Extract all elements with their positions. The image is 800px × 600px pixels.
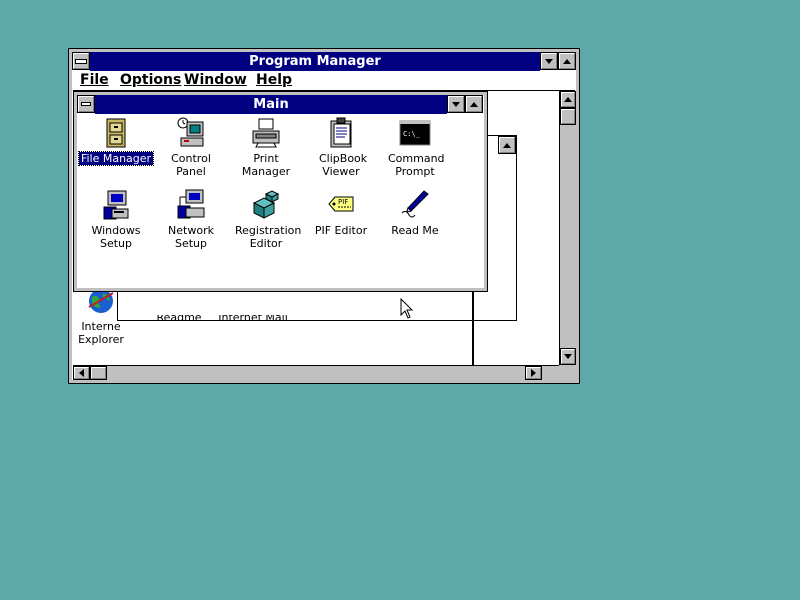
minimize-icon [452,101,460,107]
control-panel-icon [175,117,207,149]
network-setup-item[interactable]: Network Setup [153,189,229,250]
vertical-scroll-thumb[interactable] [560,108,576,125]
menu-bar: File Options Window Help [73,71,575,91]
command-prompt-icon: C:\_ [399,117,431,149]
horizontal-scroll-thumb[interactable] [90,366,107,380]
internet-mail-item[interactable]: Internet Mail [215,315,291,327]
print-manager-item[interactable]: Print Manager [228,117,304,178]
pif-icon: PIF [325,189,357,221]
maximize-button[interactable] [558,52,576,70]
minimize-button[interactable] [540,52,558,70]
clipbook-icon [325,117,357,149]
scroll-up-button[interactable] [560,91,576,108]
minimize-icon [545,58,553,64]
menu-help[interactable]: Help [256,71,292,90]
scroll-right-button[interactable] [525,366,542,380]
internet-explorer-item[interactable]: Interne Explorer [63,285,139,346]
window-edge [472,289,474,365]
main-system-menu-button[interactable] [77,95,95,113]
clipbook-viewer-item[interactable]: ClipBook Viewer [303,117,379,178]
file-manager-icon [100,117,132,149]
horizontal-scrollbar[interactable] [73,365,559,380]
main-title: Main [95,95,447,114]
registry-icon [250,189,282,221]
scroll-up-icon [564,97,572,102]
menu-options[interactable]: Options [120,71,181,90]
network-setup-icon [175,189,207,221]
maximize-icon [563,58,571,64]
scroll-left-icon [79,369,84,377]
control-panel-item[interactable]: Control Panel [153,117,229,178]
maximize-icon [470,101,478,107]
maximize-icon [503,142,511,148]
system-menu-icon [75,58,87,64]
pif-editor-item[interactable]: PIF PIF Editor [303,189,379,237]
program-manager-title: Program Manager [90,52,540,71]
file-manager-item[interactable]: File Manager [77,117,155,166]
scroll-left-button[interactable] [73,366,90,380]
system-menu-icon [81,102,91,106]
readme-item[interactable]: Readme [141,315,217,327]
scroll-right-icon [531,369,536,377]
menu-file[interactable]: File [80,71,109,90]
command-prompt-item[interactable]: C:\_ Command Prompt [377,117,453,178]
windows-setup-item[interactable]: Windows Setup [78,189,154,250]
group-maximize-button[interactable] [498,136,516,154]
registration-editor-item[interactable]: Registration Editor [228,189,304,250]
read-me-icon [399,189,431,221]
system-menu-button[interactable] [72,52,90,70]
menu-window[interactable]: Window [184,71,247,90]
svg-text:PIF: PIF [338,198,348,206]
mouse-pointer-icon [400,298,414,319]
svg-text:C:\_: C:\_ [403,130,421,138]
scroll-down-icon [564,354,572,359]
windows-setup-icon [100,189,132,221]
main-maximize-button[interactable] [465,95,483,113]
main-group-window[interactable]: Main File Manager Control Panel Print Ma… [73,91,488,292]
vertical-scrollbar[interactable] [559,91,576,365]
size-box [559,365,576,380]
read-me-item[interactable]: Read Me [377,189,453,237]
main-minimize-button[interactable] [447,95,465,113]
printer-icon [250,117,282,149]
scroll-down-button[interactable] [560,348,576,365]
